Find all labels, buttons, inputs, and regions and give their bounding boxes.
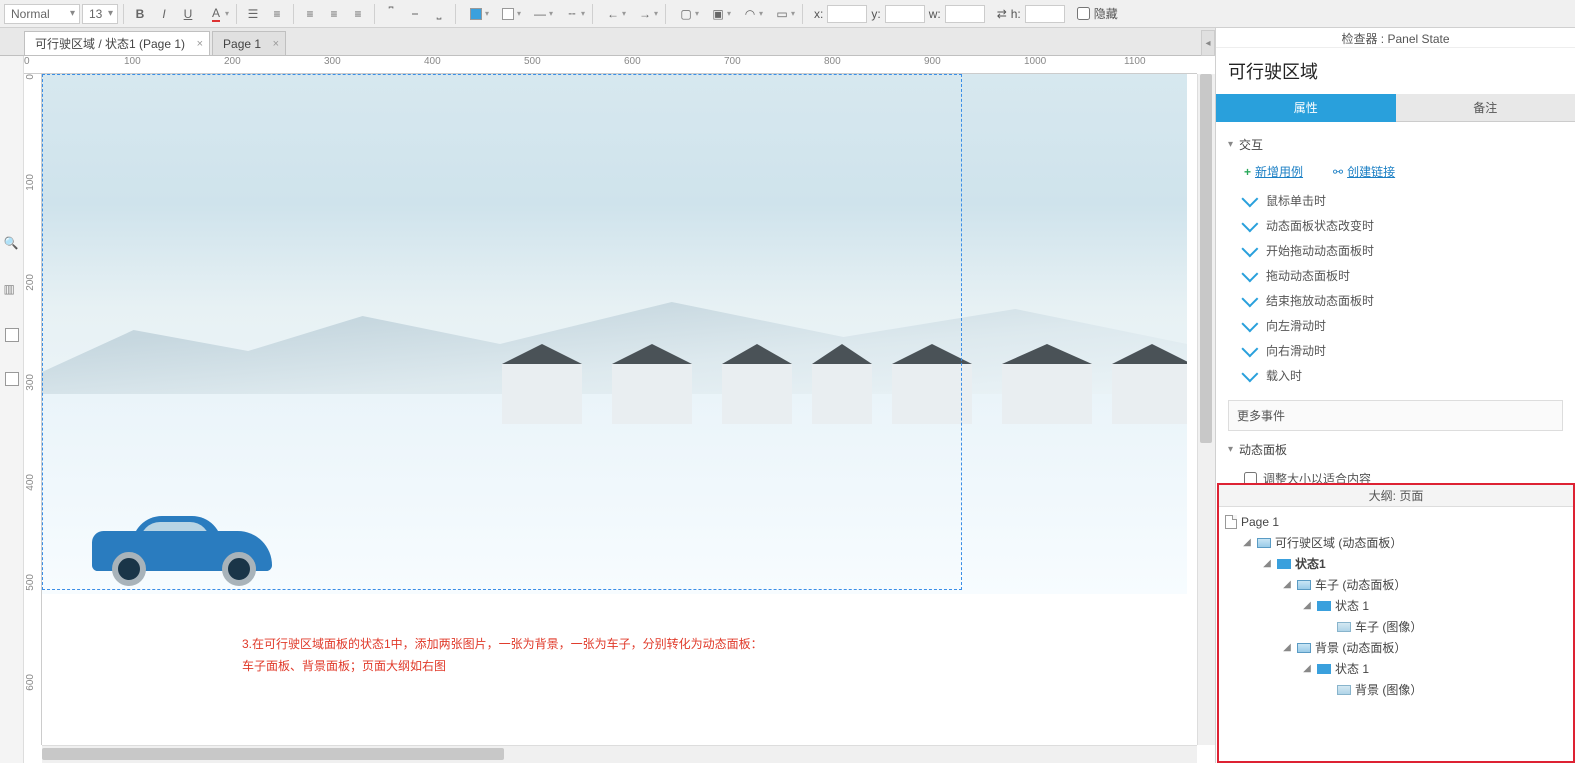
vertical-ruler: 0100200300400500600	[24, 74, 42, 745]
selection-outline	[42, 74, 962, 590]
section-interactions[interactable]: ▾交互	[1216, 130, 1575, 159]
create-link-link[interactable]: ⚯创建链接	[1333, 163, 1395, 180]
design-canvas[interactable]: 3.在可行驶区域面板的状态1中，添加两张图片，一张为背景，一张为车子，分别转化为…	[42, 74, 1197, 745]
widget-icon[interactable]	[5, 328, 19, 342]
tree-bg-image[interactable]: 背景 (图像）	[1225, 679, 1567, 700]
event-item[interactable]: 鼠标单击时	[1246, 188, 1563, 213]
tree-state1[interactable]: ◢状态1	[1225, 553, 1567, 574]
inspector-title: 检查器 : Panel State	[1216, 28, 1575, 48]
close-icon[interactable]: ×	[273, 38, 279, 50]
annotation-text: 3.在可行驶区域面板的状态1中，添加两张图片，一张为背景，一张为车子，分别转化为…	[242, 634, 1002, 677]
y-label: y:	[871, 7, 880, 21]
close-icon[interactable]: ×	[197, 38, 203, 50]
shadow-outer-button[interactable]: ▢	[671, 3, 701, 25]
corner-radius-button[interactable]: ◠	[735, 3, 765, 25]
w-input[interactable]	[945, 5, 985, 23]
bullet-list-button[interactable]: ☰	[242, 3, 264, 25]
horizontal-scrollbar[interactable]	[42, 745, 1197, 763]
paragraph-style-select[interactable]: Normal	[4, 4, 80, 24]
line-weight-button[interactable]: —	[525, 3, 555, 25]
horizontal-ruler: 010020030040050060070080090010001100	[24, 56, 1197, 74]
canvas-area: 🔍 ▥ 010020030040050060070080090010001100…	[0, 56, 1215, 763]
tree-driving-area[interactable]: ◢可行驶区域 (动态面板）	[1225, 532, 1567, 553]
valign-top-button[interactable]: ⎴	[380, 3, 402, 25]
event-item[interactable]: 动态面板状态改变时	[1246, 213, 1563, 238]
vertical-scrollbar[interactable]	[1197, 74, 1215, 745]
tab-page1[interactable]: Page 1 ×	[212, 31, 286, 55]
event-item[interactable]: 拖动动态面板时	[1246, 263, 1563, 288]
event-item[interactable]: 结束拖放动态面板时	[1246, 288, 1563, 313]
tree-car-state[interactable]: ◢状态 1	[1225, 595, 1567, 616]
event-list: 鼠标单击时动态面板状态改变时开始拖动动态面板时拖动动态面板时结束拖放动态面板时向…	[1216, 188, 1575, 396]
outline-tree: Page 1 ◢可行驶区域 (动态面板） ◢状态1 ◢车子 (动态面板） ◢状态…	[1219, 507, 1573, 704]
left-panel-tabs: 🔍 ▥	[0, 56, 24, 763]
event-item[interactable]: 开始拖动动态面板时	[1246, 238, 1563, 263]
x-label: x:	[814, 7, 823, 21]
align-left-button[interactable]: ≡	[299, 3, 321, 25]
tree-page[interactable]: Page 1	[1225, 511, 1567, 532]
event-item[interactable]: 向右滑动时	[1246, 338, 1563, 363]
font-color-button[interactable]: A	[201, 3, 231, 25]
align-right-button[interactable]: ≡	[347, 3, 369, 25]
shadow-inner-button[interactable]: ▣	[703, 3, 733, 25]
arrow-end-button[interactable]: →	[630, 3, 660, 25]
tree-car-panel[interactable]: ◢车子 (动态面板）	[1225, 574, 1567, 595]
tree-car-image[interactable]: 车子 (图像）	[1225, 616, 1567, 637]
arrow-start-button[interactable]: ←	[598, 3, 628, 25]
underline-button[interactable]: U	[177, 3, 199, 25]
x-input[interactable]	[827, 5, 867, 23]
h-label: h:	[1011, 7, 1021, 21]
tab-active[interactable]: 可行驶区域 / 状态1 (Page 1) ×	[24, 31, 210, 55]
top-toolbar: Normal 13 B I U A ☰ ≡ ≡ ≡ ≡ ⎴ ⎯ ⎵ — ╌ ← …	[0, 0, 1575, 28]
line-style-button[interactable]: ╌	[557, 3, 587, 25]
font-size-select[interactable]: 13	[82, 4, 118, 24]
event-item[interactable]: 向左滑动时	[1246, 313, 1563, 338]
h-input[interactable]	[1025, 5, 1065, 23]
master-icon[interactable]	[5, 372, 19, 386]
line-color-button[interactable]	[493, 3, 523, 25]
add-case-link[interactable]: +新增用例	[1244, 163, 1303, 180]
w-label: w:	[929, 7, 941, 21]
hidden-checkbox[interactable]	[1077, 7, 1090, 20]
fill-color-button[interactable]	[461, 3, 491, 25]
outline-panel: 大纲: 页面 Page 1 ◢可行驶区域 (动态面板） ◢状态1 ◢车子 (动态…	[1217, 483, 1575, 763]
tree-bg-state[interactable]: ◢状态 1	[1225, 658, 1567, 679]
selected-element-name: 可行驶区域	[1216, 48, 1575, 94]
y-input[interactable]	[885, 5, 925, 23]
tab-active-label: 可行驶区域 / 状态1 (Page 1)	[35, 35, 185, 52]
inspector-toggle-handle[interactable]: ◂	[1201, 30, 1215, 56]
tab-properties[interactable]: 属性	[1216, 94, 1396, 122]
event-item[interactable]: 载入时	[1246, 363, 1563, 388]
valign-middle-button[interactable]: ⎯	[404, 3, 426, 25]
valign-bottom-button[interactable]: ⎵	[428, 3, 450, 25]
bold-button[interactable]: B	[129, 3, 151, 25]
italic-button[interactable]: I	[153, 3, 175, 25]
wh-lock-icon[interactable]: ⇄	[997, 7, 1007, 21]
tree-bg-panel[interactable]: ◢背景 (动态面板）	[1225, 637, 1567, 658]
outline-title: 大纲: 页面	[1219, 485, 1573, 507]
search-icon[interactable]: 🔍	[4, 236, 20, 252]
tab-notes[interactable]: 备注	[1396, 94, 1575, 122]
number-list-button[interactable]: ≡	[266, 3, 288, 25]
align-center-button[interactable]: ≡	[323, 3, 345, 25]
hidden-label: 隐藏	[1094, 5, 1118, 22]
section-dynamic-panel[interactable]: ▾动态面板	[1216, 435, 1575, 464]
tab-page1-label: Page 1	[223, 37, 261, 51]
library-icon[interactable]: ▥	[4, 282, 20, 298]
padding-button[interactable]: ▭	[767, 3, 797, 25]
more-events-button[interactable]: 更多事件	[1228, 400, 1563, 431]
